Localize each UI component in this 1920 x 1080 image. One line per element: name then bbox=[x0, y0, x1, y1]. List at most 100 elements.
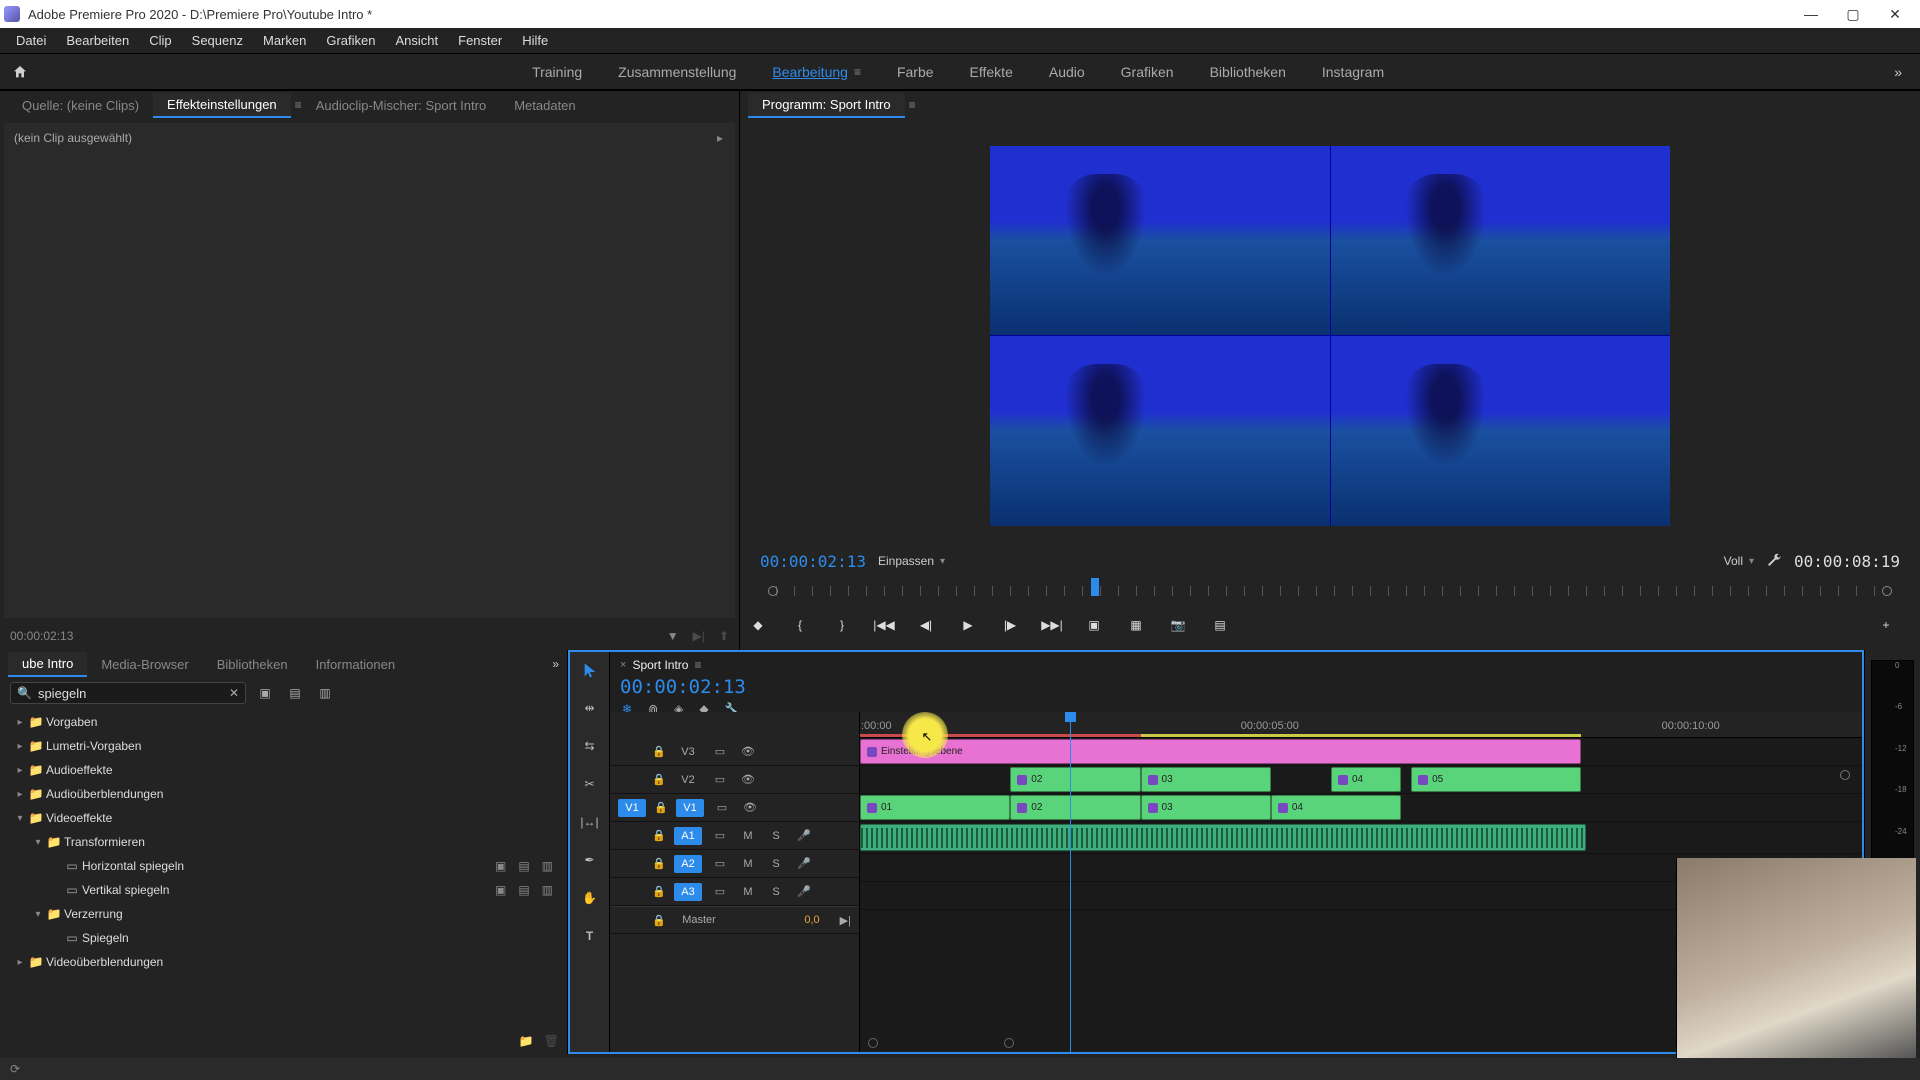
workspace-training[interactable]: Training bbox=[532, 64, 582, 80]
workspace-grafiken[interactable]: Grafiken bbox=[1121, 64, 1174, 80]
fit-dropdown[interactable]: Einpassen▾ bbox=[878, 554, 945, 568]
mark-out-button[interactable]: } bbox=[830, 613, 854, 637]
tree-folder-verzerrung[interactable]: ▾📁Verzerrung bbox=[4, 902, 563, 926]
menu-clip[interactable]: Clip bbox=[139, 33, 181, 48]
tabs-overflow-button[interactable]: » bbox=[552, 657, 559, 671]
tab-source[interactable]: Quelle: (keine Clips) bbox=[8, 94, 153, 117]
workspace-instagram[interactable]: Instagram bbox=[1322, 64, 1384, 80]
tab-bibliotheken[interactable]: Bibliotheken bbox=[203, 653, 302, 676]
scrub-start-icon[interactable] bbox=[768, 586, 778, 596]
type-tool[interactable]: T bbox=[578, 924, 602, 948]
tab-effekteinstellungen[interactable]: Effekteinstellungen bbox=[153, 93, 291, 118]
add-marker-button[interactable]: ◆ bbox=[746, 613, 770, 637]
tab-audioclip-mischer[interactable]: Audioclip-Mischer: Sport Intro bbox=[302, 94, 501, 117]
new-bin-button[interactable]: 📁 bbox=[519, 1034, 534, 1048]
track-header-a1[interactable]: 🔒A1▭MS🎤 bbox=[610, 822, 859, 850]
clip-v1-02[interactable]: 02 bbox=[1010, 795, 1140, 820]
close-button[interactable]: ✕ bbox=[1874, 6, 1916, 23]
menu-grafiken[interactable]: Grafiken bbox=[316, 33, 385, 48]
selection-tool[interactable] bbox=[578, 658, 602, 682]
effects-search-box[interactable]: 🔍 ✕ bbox=[10, 682, 246, 704]
play-button[interactable]: ▶ bbox=[956, 613, 980, 637]
workspace-farbe[interactable]: Farbe bbox=[897, 64, 934, 80]
clip-adjustment-layer[interactable]: Einstellungsebene bbox=[860, 739, 1581, 764]
tree-fx-vertikal-spiegeln[interactable]: ▭Vertikal spiegeln▣▤▥ bbox=[4, 878, 563, 902]
comparison-view-button[interactable]: ▤ bbox=[1208, 613, 1232, 637]
track-header-master[interactable]: 🔒Master0,0▶| bbox=[610, 906, 859, 934]
hand-tool[interactable]: ✋ bbox=[578, 886, 602, 910]
track-header-a3[interactable]: 🔒A3▭MS🎤 bbox=[610, 878, 859, 906]
menu-datei[interactable]: Datei bbox=[6, 33, 56, 48]
yuv-filter-icon[interactable]: ▥ bbox=[314, 686, 336, 700]
timeline-timecode[interactable]: 00:00:02:13 bbox=[620, 676, 1852, 698]
slip-tool[interactable]: |↔| bbox=[578, 810, 602, 834]
button-editor-button[interactable]: + bbox=[1874, 613, 1898, 637]
effects-search-input[interactable] bbox=[38, 686, 229, 701]
step-forward-button[interactable]: |▶ bbox=[998, 613, 1022, 637]
mark-in-button[interactable]: { bbox=[788, 613, 812, 637]
clip-v2-04[interactable]: 04 bbox=[1331, 767, 1401, 792]
clip-v2-03[interactable]: 03 bbox=[1141, 767, 1271, 792]
program-scrubber[interactable] bbox=[762, 576, 1898, 606]
tree-folder-lumetri[interactable]: ▸📁Lumetri-Vorgaben bbox=[4, 734, 563, 758]
track-select-tool[interactable]: ⇹ bbox=[578, 696, 602, 720]
clip-v1-04[interactable]: 04 bbox=[1271, 795, 1401, 820]
tree-fx-spiegeln[interactable]: ▭Spiegeln bbox=[4, 926, 563, 950]
panel-menu-icon[interactable]: ≡ bbox=[295, 98, 302, 112]
step-back-button[interactable]: ◀| bbox=[914, 613, 938, 637]
scrub-end-icon[interactable] bbox=[1882, 586, 1892, 596]
tree-folder-videoeffekte[interactable]: ▾📁Videoeffekte bbox=[4, 806, 563, 830]
close-sequence-button[interactable]: × bbox=[620, 659, 626, 671]
timeline-ruler[interactable]: :00:00 00:00:05:00 00:00:10:00 bbox=[860, 712, 1862, 738]
tab-informationen[interactable]: Informationen bbox=[302, 653, 410, 676]
sequence-menu-icon[interactable]: ≡ bbox=[694, 658, 701, 672]
menu-ansicht[interactable]: Ansicht bbox=[385, 33, 448, 48]
pen-tool[interactable]: ✒ bbox=[578, 848, 602, 872]
tab-project[interactable]: ube Intro bbox=[8, 652, 87, 677]
expand-arrow-icon[interactable]: ▸ bbox=[717, 131, 723, 145]
workspace-audio[interactable]: Audio bbox=[1049, 64, 1085, 80]
tree-folder-transformieren[interactable]: ▾📁Transformieren bbox=[4, 830, 563, 854]
quality-dropdown[interactable]: Voll▾ bbox=[1724, 554, 1754, 568]
menu-bearbeiten[interactable]: Bearbeiten bbox=[56, 33, 139, 48]
workspace-effekte[interactable]: Effekte bbox=[970, 64, 1013, 80]
program-timecode[interactable]: 00:00:02:13 bbox=[760, 552, 866, 571]
workspace-zusammenstellung[interactable]: Zusammenstellung bbox=[618, 64, 736, 80]
filter-icon[interactable]: ▼ bbox=[667, 629, 679, 643]
workspace-menu-icon[interactable]: ≡ bbox=[854, 65, 861, 79]
clip-v2-02[interactable]: 02 bbox=[1010, 767, 1140, 792]
clear-search-button[interactable]: ✕ bbox=[229, 686, 239, 700]
tab-media-browser[interactable]: Media-Browser bbox=[87, 653, 202, 676]
tree-folder-audioueberblendungen[interactable]: ▸📁Audioüberblendungen bbox=[4, 782, 563, 806]
track-header-v2[interactable]: 🔒V2▭👁 bbox=[610, 766, 859, 794]
menu-marken[interactable]: Marken bbox=[253, 33, 316, 48]
tree-folder-vorgaben[interactable]: ▸📁Vorgaben bbox=[4, 710, 563, 734]
export-icon[interactable]: ⬆ bbox=[719, 629, 729, 643]
program-monitor[interactable] bbox=[746, 125, 1914, 546]
menu-fenster[interactable]: Fenster bbox=[448, 33, 512, 48]
tab-metadaten[interactable]: Metadaten bbox=[500, 94, 589, 117]
track-header-a2[interactable]: 🔒A2▭MS🎤 bbox=[610, 850, 859, 878]
clip-v2-05[interactable]: 05 bbox=[1411, 767, 1581, 792]
track-header-v3[interactable]: 🔒V3▭👁 bbox=[610, 738, 859, 766]
wrench-icon[interactable] bbox=[1766, 552, 1782, 571]
clip-audio[interactable] bbox=[860, 824, 1586, 851]
home-button[interactable] bbox=[0, 64, 40, 80]
tree-folder-audioeffekte[interactable]: ▸📁Audioeffekte bbox=[4, 758, 563, 782]
sync-icon[interactable]: ⟳ bbox=[10, 1062, 20, 1076]
playhead[interactable] bbox=[1070, 712, 1071, 1052]
accelerated-filter-icon[interactable]: ▣ bbox=[254, 686, 276, 700]
export-frame-button[interactable]: 📷 bbox=[1166, 613, 1190, 637]
go-to-in-button[interactable]: |◀◀ bbox=[872, 613, 896, 637]
play-icon[interactable]: ▶| bbox=[693, 629, 705, 643]
workspace-overflow-button[interactable]: » bbox=[1876, 64, 1920, 80]
workspace-bibliotheken[interactable]: Bibliotheken bbox=[1210, 64, 1286, 80]
ripple-edit-tool[interactable]: ⇆ bbox=[578, 734, 602, 758]
workspace-bearbeitung[interactable]: Bearbeitung bbox=[772, 64, 848, 80]
32bit-filter-icon[interactable]: ▤ bbox=[284, 686, 306, 700]
tab-programm[interactable]: Programm: Sport Intro bbox=[748, 93, 905, 118]
menu-sequenz[interactable]: Sequenz bbox=[182, 33, 253, 48]
track-header-v1[interactable]: V1🔒V1▭👁 bbox=[610, 794, 859, 822]
clip-v1-03[interactable]: 03 bbox=[1141, 795, 1271, 820]
sequence-tab[interactable]: × Sport Intro ≡ bbox=[620, 658, 1852, 672]
